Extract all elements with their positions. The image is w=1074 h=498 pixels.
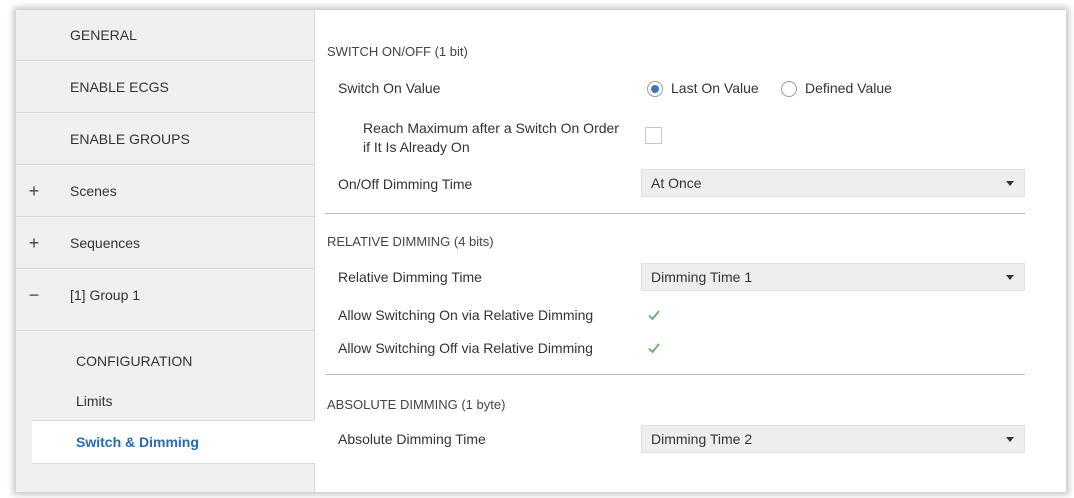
sidebar-divider — [16, 330, 314, 331]
switch-on-value-label: Switch On Value — [338, 80, 441, 96]
relative-dimming-time-label: Relative Dimming Time — [338, 269, 482, 285]
sidebar-item-scenes[interactable]: + Scenes — [16, 166, 314, 217]
sidebar-subitem-configuration[interactable]: CONFIGURATION — [16, 341, 314, 381]
reach-max-label-line1: Reach Maximum after a Switch On Order — [363, 120, 619, 136]
onoff-dimming-time-label: On/Off Dimming Time — [338, 176, 473, 192]
chevron-down-icon — [1006, 181, 1014, 186]
check-icon — [648, 343, 660, 354]
check-icon — [648, 310, 660, 321]
expand-icon[interactable]: + — [26, 218, 42, 269]
sidebar-item-general[interactable]: GENERAL — [16, 10, 314, 61]
app-window: GENERAL ENABLE ECGS ENABLE GROUPS + Scen… — [16, 10, 1066, 492]
radio-last-on-value-label[interactable]: Last On Value — [671, 80, 759, 96]
sidebar-subitem-label: Limits — [76, 393, 113, 409]
expand-icon[interactable]: + — [26, 166, 42, 217]
sidebar-item-label: [1] Group 1 — [70, 287, 141, 303]
relative-dimming-time-select[interactable]: Dimming Time 1 — [641, 263, 1025, 291]
sidebar-item-group-1[interactable]: − [1] Group 1 — [16, 270, 314, 321]
relative-dimming-time-value: Dimming Time 1 — [651, 269, 753, 285]
radio-defined-value[interactable] — [781, 81, 797, 97]
reach-max-label-line2: if It Is Already On — [363, 139, 470, 155]
sidebar-subitem-limits[interactable]: Limits — [16, 381, 314, 421]
absolute-dimming-time-label: Absolute Dimming Time — [338, 431, 486, 447]
absolute-dimming-time-select[interactable]: Dimming Time 2 — [641, 425, 1025, 453]
sidebar-subitem-switch-dimming[interactable]: Switch & Dimming — [32, 420, 315, 464]
onoff-dimming-time-select[interactable]: At Once — [641, 169, 1025, 197]
chevron-down-icon — [1006, 437, 1014, 442]
sidebar-item-sequences[interactable]: + Sequences — [16, 218, 314, 269]
sidebar-item-label: Sequences — [70, 235, 141, 251]
radio-last-on-value[interactable] — [647, 81, 663, 97]
sidebar-item-enable-groups[interactable]: ENABLE GROUPS — [16, 114, 314, 165]
chevron-down-icon — [1006, 275, 1014, 280]
reach-max-checkbox[interactable] — [645, 127, 662, 144]
allow-on-checkbox[interactable] — [645, 306, 662, 323]
sidebar-item-enable-ecgs[interactable]: ENABLE ECGS — [16, 62, 314, 113]
section-divider — [325, 213, 1025, 214]
allow-off-label: Allow Switching Off via Relative Dimming — [338, 340, 593, 356]
collapse-icon[interactable]: − — [26, 270, 42, 321]
sidebar-item-label: Scenes — [70, 183, 117, 199]
sidebar-item-label: ENABLE ECGS — [70, 79, 169, 95]
section-title-absolute: ABSOLUTE DIMMING (1 byte) — [327, 397, 506, 412]
absolute-dimming-time-value: Dimming Time 2 — [651, 431, 753, 447]
main-panel: SWITCH ON/OFF (1 bit) Switch On Value La… — [315, 10, 1066, 492]
allow-on-label: Allow Switching On via Relative Dimming — [338, 307, 594, 323]
sidebar-subitem-label: CONFIGURATION — [76, 353, 193, 369]
onoff-dimming-time-value: At Once — [651, 175, 702, 191]
sidebar-item-label: GENERAL — [70, 27, 137, 43]
section-title-switch: SWITCH ON/OFF (1 bit) — [327, 44, 468, 59]
section-divider — [325, 374, 1025, 375]
sidebar-item-label: ENABLE GROUPS — [70, 131, 190, 147]
section-title-relative: RELATIVE DIMMING (4 bits) — [327, 234, 494, 249]
tree-notch — [40, 331, 58, 340]
allow-off-checkbox[interactable] — [645, 339, 662, 356]
radio-defined-value-label[interactable]: Defined Value — [805, 80, 892, 96]
sidebar: GENERAL ENABLE ECGS ENABLE GROUPS + Scen… — [16, 10, 315, 492]
sidebar-subitem-label: Switch & Dimming — [76, 434, 199, 450]
